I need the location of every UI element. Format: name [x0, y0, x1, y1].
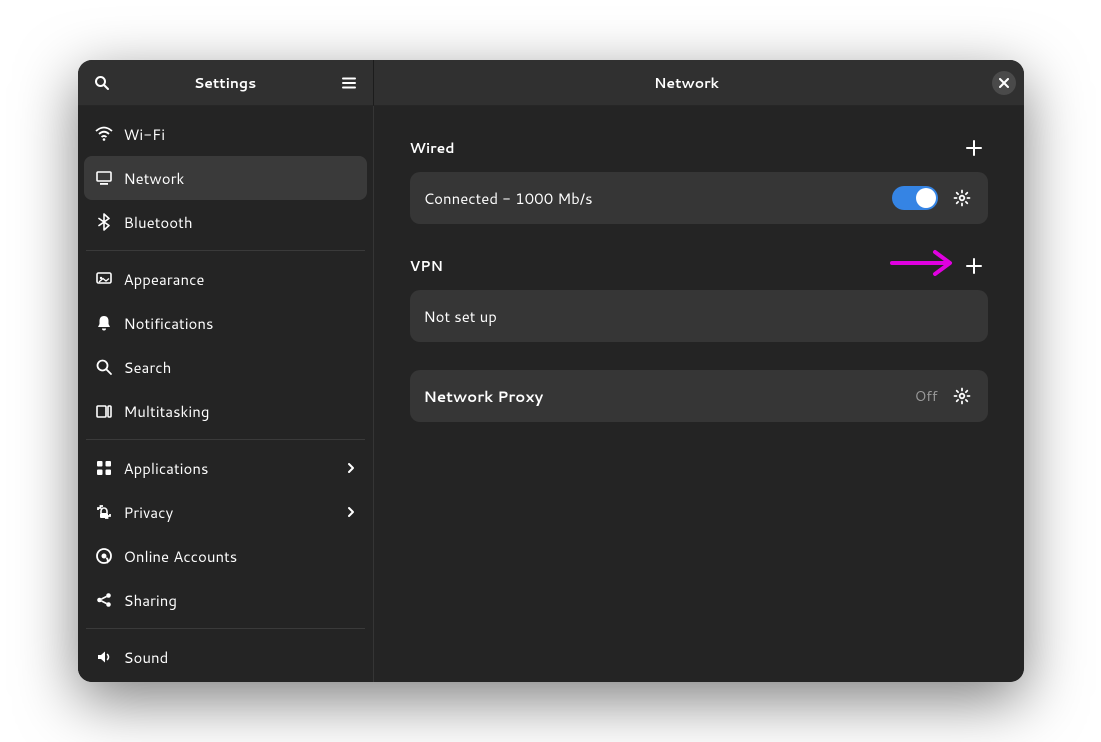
vpn-section-header: VPN — [410, 252, 988, 280]
sidebar-item-sound[interactable]: Sound — [84, 635, 367, 679]
chevron-right-icon — [345, 506, 357, 518]
plus-icon — [965, 139, 983, 157]
proxy-settings-button[interactable] — [950, 384, 974, 408]
sidebar-item-network[interactable]: Network — [84, 156, 367, 200]
privacy-icon — [94, 502, 114, 522]
search-icon — [94, 357, 114, 377]
titlebar: Settings Network — [78, 60, 1024, 106]
sidebar-item-label: Online Accounts — [124, 546, 357, 567]
sidebar-separator — [86, 628, 365, 629]
vpn-status: Not set up — [424, 306, 974, 327]
sidebar: Wi-Fi Network Bluetooth Appearance — [78, 106, 374, 682]
proxy-status: Off — [915, 386, 938, 406]
sidebar-item-label: Search — [124, 357, 357, 378]
settings-window: Settings Network Wi-Fi — [78, 60, 1024, 682]
sidebar-item-applications[interactable]: Applications — [84, 446, 367, 490]
sidebar-separator — [86, 439, 365, 440]
menu-button[interactable] — [333, 67, 365, 99]
sidebar-item-online-accounts[interactable]: Online Accounts — [84, 534, 367, 578]
titlebar-main: Network — [374, 60, 1024, 106]
sidebar-item-notifications[interactable]: Notifications — [84, 301, 367, 345]
hamburger-icon — [341, 75, 357, 91]
vpn-row: Not set up — [410, 290, 988, 342]
proxy-label: Network Proxy — [424, 386, 915, 407]
add-vpn-button[interactable] — [960, 252, 988, 280]
bluetooth-icon — [94, 212, 114, 232]
sound-icon — [94, 647, 114, 667]
wired-status: Connected - 1000 Mb/s — [424, 188, 892, 209]
sidebar-item-wifi[interactable]: Wi-Fi — [84, 112, 367, 156]
multitasking-icon — [94, 401, 114, 421]
content: Wi-Fi Network Bluetooth Appearance — [78, 106, 1024, 682]
sidebar-separator — [86, 250, 365, 251]
gear-icon — [953, 189, 971, 207]
wired-connection-row[interactable]: Connected - 1000 Mb/s — [410, 172, 988, 224]
sidebar-item-appearance[interactable]: Appearance — [84, 257, 367, 301]
titlebar-sidebar: Settings — [78, 60, 374, 106]
search-icon — [94, 75, 110, 91]
sidebar-item-label: Multitasking — [124, 401, 357, 422]
applications-icon — [94, 458, 114, 478]
close-icon — [999, 78, 1009, 88]
sidebar-item-label: Network — [124, 168, 357, 189]
sidebar-item-label: Wi-Fi — [124, 124, 357, 145]
wifi-icon — [94, 124, 114, 144]
online-accounts-icon — [94, 546, 114, 566]
sidebar-title: Settings — [118, 73, 333, 93]
notifications-icon — [94, 313, 114, 333]
wired-title: Wired — [410, 138, 455, 158]
sidebar-item-label: Bluetooth — [124, 212, 357, 233]
sidebar-item-label: Sharing — [124, 590, 357, 611]
appearance-icon — [94, 269, 114, 289]
vpn-title: VPN — [410, 256, 443, 276]
wired-settings-button[interactable] — [950, 186, 974, 210]
sidebar-item-label: Applications — [124, 458, 345, 479]
network-proxy-row[interactable]: Network Proxy Off — [410, 370, 988, 422]
sidebar-item-label: Appearance — [124, 269, 357, 290]
sharing-icon — [94, 590, 114, 610]
sidebar-item-label: Notifications — [124, 313, 357, 334]
sidebar-item-bluetooth[interactable]: Bluetooth — [84, 200, 367, 244]
network-icon — [94, 168, 114, 188]
main-panel: Wired Connected - 1000 Mb/s — [374, 106, 1024, 682]
sidebar-item-label: Privacy — [124, 502, 345, 523]
sidebar-item-sharing[interactable]: Sharing — [84, 578, 367, 622]
vpn-section: VPN Not set up — [410, 252, 988, 342]
search-button[interactable] — [86, 67, 118, 99]
gear-icon — [953, 387, 971, 405]
sidebar-item-privacy[interactable]: Privacy — [84, 490, 367, 534]
add-wired-button[interactable] — [960, 134, 988, 162]
chevron-right-icon — [345, 462, 357, 474]
sidebar-item-label: Sound — [124, 647, 357, 668]
sidebar-item-search[interactable]: Search — [84, 345, 367, 389]
close-button[interactable] — [992, 71, 1016, 95]
wired-toggle[interactable] — [892, 186, 938, 210]
sidebar-item-multitasking[interactable]: Multitasking — [84, 389, 367, 433]
main-title: Network — [382, 73, 992, 93]
plus-icon — [965, 257, 983, 275]
wired-section-header: Wired — [410, 134, 988, 162]
